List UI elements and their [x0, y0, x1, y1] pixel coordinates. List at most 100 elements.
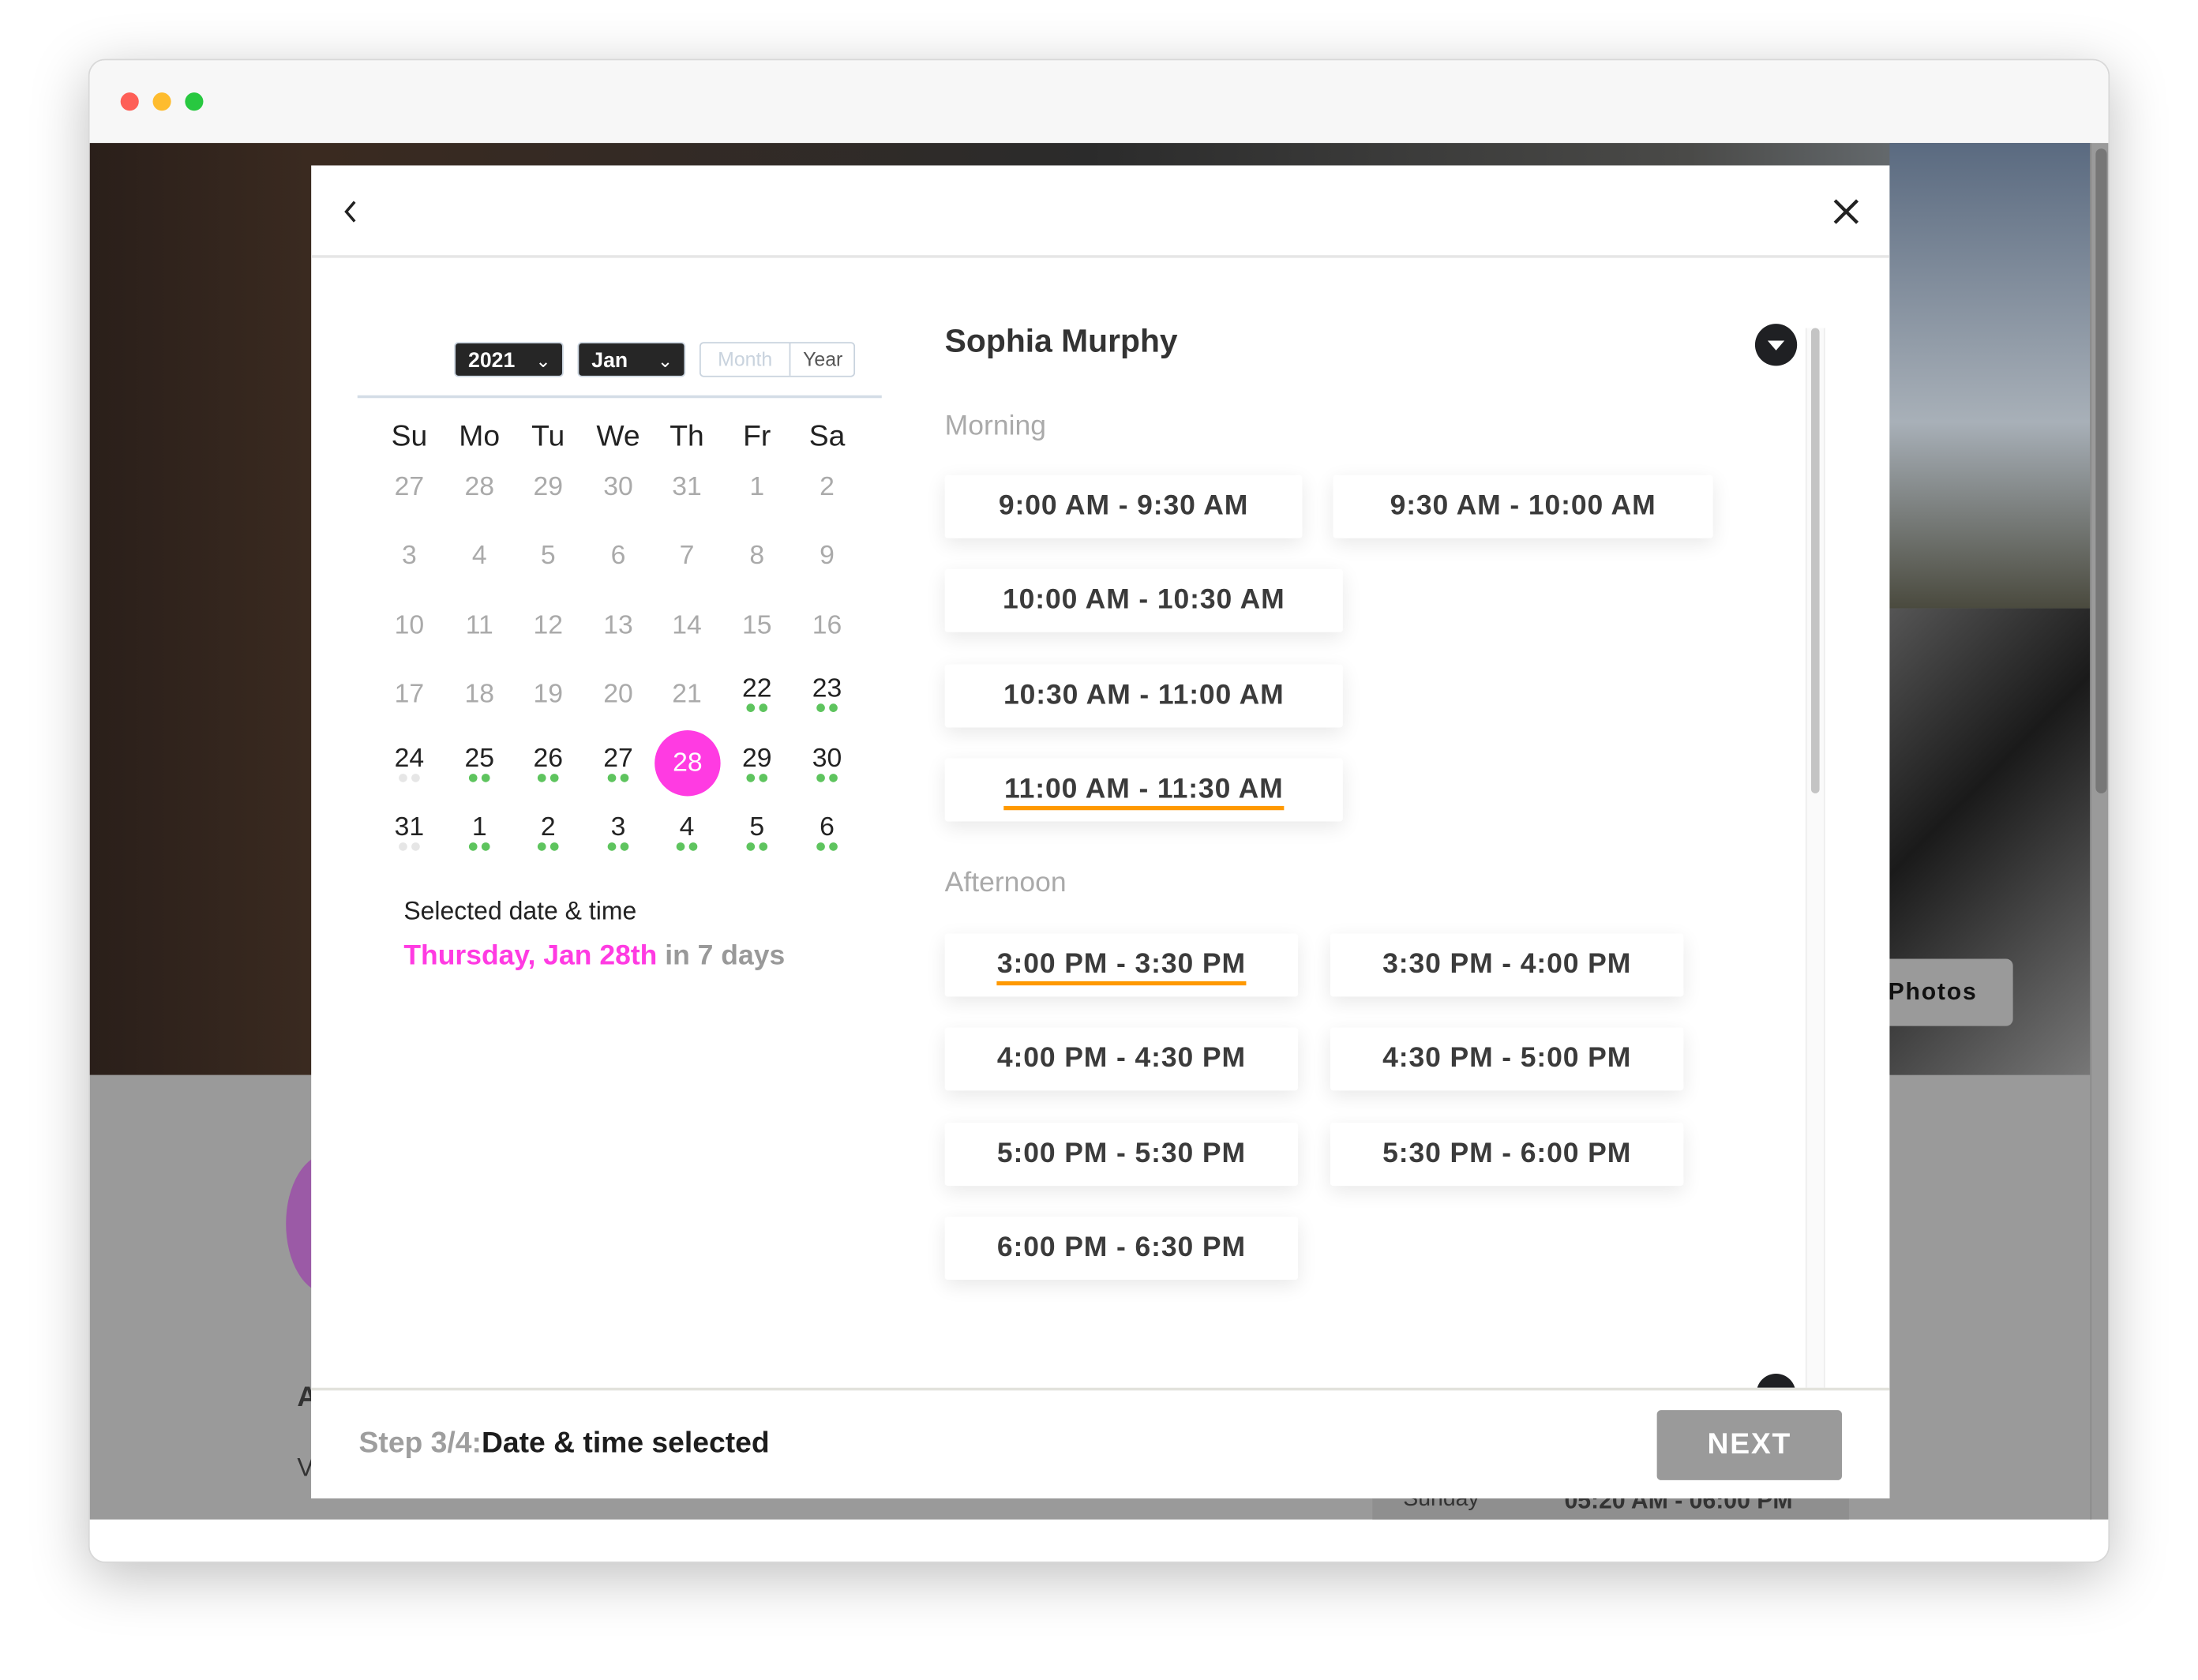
calendar-day[interactable]: 22: [722, 669, 792, 712]
weekday-header: Sa: [808, 420, 846, 453]
day-number: 2: [540, 812, 556, 843]
availability-dot: [816, 842, 825, 851]
day-number: 4: [471, 541, 487, 571]
availability-dot: [481, 774, 490, 782]
availability-dot: [759, 774, 768, 782]
time-slot-button[interactable]: 3:30 PM - 4:00 PM: [1330, 933, 1684, 997]
maximize-window-button[interactable]: [185, 92, 204, 111]
calendar-day[interactable]: 23: [792, 669, 862, 712]
availability-dot: [759, 703, 768, 712]
calendar-day: 18: [444, 674, 515, 716]
calendar-day[interactable]: 3: [583, 808, 654, 851]
day-number: 7: [679, 541, 695, 571]
time-slot-button[interactable]: 10:30 AM - 11:00 AM: [944, 664, 1343, 728]
time-slot-button[interactable]: 4:30 PM - 5:00 PM: [1330, 1027, 1684, 1091]
selected-day[interactable]: 28: [655, 730, 721, 797]
chevron-left-icon[interactable]: [342, 199, 358, 224]
day-number: 29: [741, 744, 772, 774]
time-slot-label: 4:00 PM - 4:30 PM: [996, 1042, 1246, 1074]
slots-scrollbar[interactable]: [1805, 328, 1825, 1499]
calendar-day[interactable]: 6: [792, 808, 862, 851]
calendar-day[interactable]: 24: [374, 739, 444, 782]
caret-down-icon[interactable]: [1754, 324, 1798, 366]
day-number: 11: [465, 611, 493, 641]
next-button[interactable]: NEXT: [1656, 1410, 1843, 1480]
time-slot-button[interactable]: 9:30 AM - 10:00 AM: [1333, 474, 1713, 538]
availability-dot: [411, 774, 420, 782]
day-number: 28: [464, 472, 494, 502]
calendar-day: 14: [652, 606, 722, 647]
calendar-day: 2: [792, 467, 862, 508]
availability-dot: [468, 842, 478, 851]
view-month-button[interactable]: Month: [701, 343, 791, 376]
morning-label: Morning: [944, 411, 1046, 442]
day-number: 12: [533, 611, 563, 641]
day-number: 4: [679, 812, 695, 843]
availability-dot: [399, 842, 407, 851]
calendar-day[interactable]: 4: [652, 808, 722, 851]
weekday-header: Mo: [459, 420, 501, 453]
calendar-day: 1: [722, 467, 792, 508]
availability-dots: [816, 842, 838, 851]
month-dropdown[interactable]: Jan ⌄: [577, 342, 686, 377]
time-slot-button[interactable]: 11:00 AM - 11:30 AM: [944, 758, 1343, 822]
calendar-day[interactable]: 31: [374, 808, 444, 851]
calendar-day: 20: [583, 674, 654, 716]
calendar-day[interactable]: 25: [444, 739, 515, 782]
photos-button[interactable]: Photos: [1888, 958, 2013, 1026]
calendar-day[interactable]: 27: [583, 739, 654, 782]
close-window-button[interactable]: [120, 92, 139, 111]
time-slot-label: 4:30 PM - 5:00 PM: [1382, 1042, 1632, 1074]
time-slot-button[interactable]: 6:00 PM - 6:30 PM: [944, 1217, 1299, 1281]
view-year-button[interactable]: Year: [790, 343, 855, 376]
modal-footer: Step 3/4:Date & time selected NEXT: [311, 1387, 1890, 1499]
relative-days: in 7 days: [665, 940, 786, 972]
time-slot-button[interactable]: 4:00 PM - 4:30 PM: [944, 1027, 1299, 1091]
calendar-day: 4: [444, 535, 515, 577]
time-slot-label: 9:00 AM - 9:30 AM: [998, 490, 1249, 522]
calendar-day: 16: [792, 606, 862, 647]
weekday-header: We: [596, 420, 640, 453]
page-scrollbar[interactable]: [2090, 143, 2109, 1520]
time-slot-label: 9:30 AM - 10:00 AM: [1390, 490, 1656, 522]
availability-dots: [468, 842, 490, 851]
time-slot-button[interactable]: 5:30 PM - 6:00 PM: [1330, 1123, 1684, 1187]
availability-dot: [746, 703, 756, 712]
calendar-day: 13: [583, 606, 654, 647]
availability-dot: [399, 774, 407, 782]
time-slot-button[interactable]: 5:00 PM - 5:30 PM: [944, 1123, 1299, 1187]
day-number: 6: [610, 541, 626, 571]
weekday-header: Fr: [743, 420, 771, 453]
time-slot-button[interactable]: 10:00 AM - 10:30 AM: [944, 568, 1343, 632]
calendar-day[interactable]: 2: [513, 808, 583, 851]
calendar-day: 8: [722, 535, 792, 577]
minimize-window-button[interactable]: [152, 92, 171, 111]
calendar-day: 3: [374, 535, 444, 577]
availability-dot: [550, 774, 559, 782]
selected-summary: Thursday, Jan 28th in 7 days: [403, 940, 785, 973]
time-slot-button[interactable]: 9:00 AM - 9:30 AM: [944, 474, 1303, 538]
calendar-day[interactable]: 30: [792, 739, 862, 782]
day-number: 27: [603, 744, 633, 774]
calendar-day: 15: [722, 606, 792, 647]
availability-dot: [607, 842, 617, 851]
calendar-day[interactable]: 29: [722, 739, 792, 782]
calendar-day[interactable]: 26: [513, 739, 583, 782]
close-icon[interactable]: [1832, 197, 1861, 226]
chevron-down-icon: ⌄: [657, 350, 673, 372]
availability-dot: [620, 774, 629, 782]
day-number: 16: [812, 611, 842, 641]
day-number: 1: [749, 472, 765, 502]
day-number: 3: [610, 812, 626, 843]
day-number: 21: [672, 680, 702, 710]
day-number: 25: [464, 744, 494, 774]
availability-dots: [746, 703, 768, 712]
day-number: 13: [603, 611, 633, 641]
calendar-day[interactable]: 5: [722, 808, 792, 851]
calendar-day: 5: [513, 535, 583, 577]
calendar-day[interactable]: 1: [444, 808, 515, 851]
time-slot-button[interactable]: 3:00 PM - 3:30 PM: [944, 933, 1299, 997]
day-number: 1: [471, 812, 487, 843]
year-dropdown[interactable]: 2021 ⌄: [454, 342, 564, 377]
photo-mountain: [1889, 143, 2091, 609]
